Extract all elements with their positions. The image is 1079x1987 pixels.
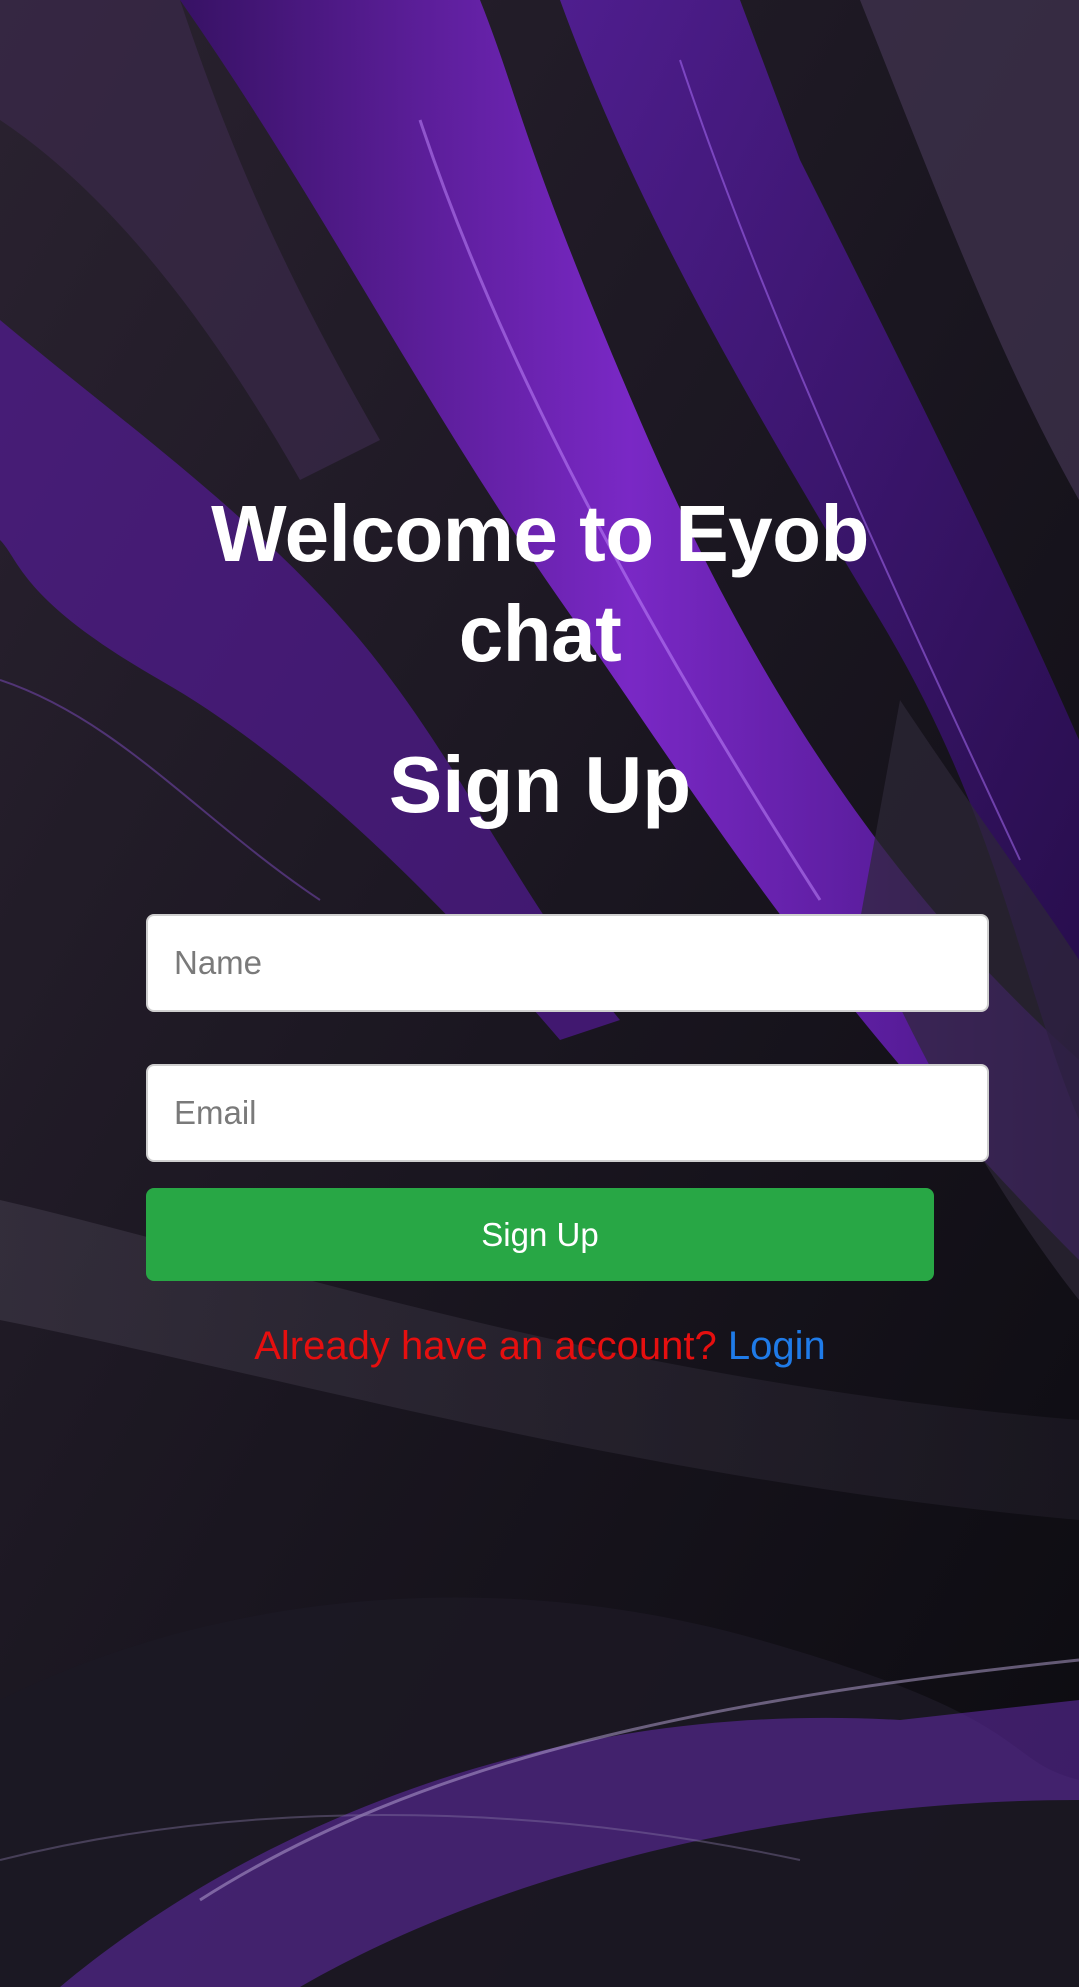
login-prompt-text: Already have an account? <box>254 1324 717 1368</box>
form-title: Sign Up <box>388 740 692 829</box>
signup-form-container: Welcome to Eyob chat Sign Up Sign Up Alr… <box>0 0 1079 1987</box>
login-prompt: Already have an account? Login <box>140 1320 940 1372</box>
signup-screen: Welcome to Eyob chat Sign Up Sign Up Alr… <box>0 0 1079 1987</box>
email-input[interactable] <box>146 1064 989 1162</box>
sign-up-button[interactable]: Sign Up <box>146 1188 934 1281</box>
welcome-title: Welcome to Eyob chat <box>211 489 869 678</box>
name-input[interactable] <box>146 914 989 1012</box>
login-link[interactable]: Login <box>728 1324 826 1368</box>
